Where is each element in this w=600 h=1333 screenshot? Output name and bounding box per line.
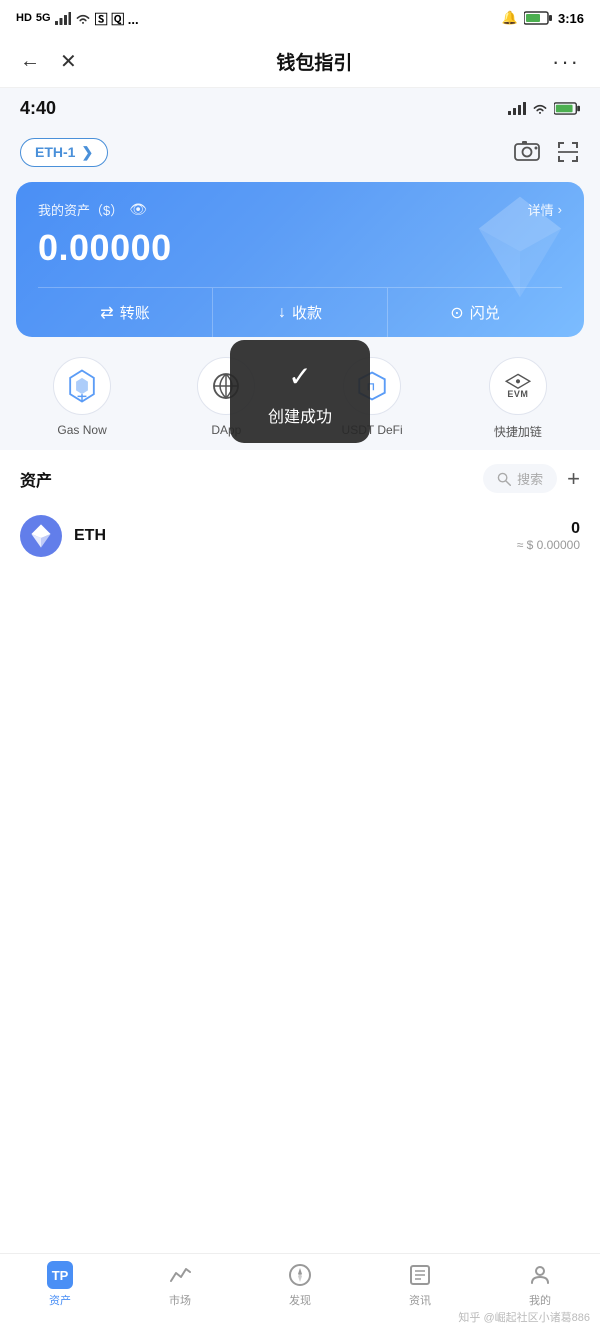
bottom-nav-market-icon [167, 1262, 193, 1288]
usdt-defi-icon-circle: ⊓ [343, 357, 401, 415]
camera-icon[interactable] [514, 140, 540, 162]
eth-diamond-icon [30, 523, 52, 549]
compass-icon [288, 1263, 312, 1287]
eth-right: 0 ≈ $ 0.00000 [517, 520, 580, 552]
quick-icons-row: Gas Now DApp ⊓ USDT DeFi [0, 337, 600, 450]
transfer-label: 转账 [120, 302, 150, 323]
search-bar[interactable]: 搜索 [483, 464, 557, 493]
bottom-nav-assets[interactable]: TP 资产 [0, 1262, 120, 1308]
gas-now-label: Gas Now [57, 423, 106, 437]
eye-icon[interactable]: 👁 [129, 201, 147, 218]
add-asset-button[interactable]: + [567, 466, 580, 492]
time-display: 3:16 [558, 11, 584, 26]
inner-screen: 4:40 ETH-1 [0, 88, 600, 577]
eth-badge-label: ETH-1 [35, 144, 75, 160]
bottom-nav-discover-label: 发现 [289, 1292, 311, 1308]
inner-time: 4:40 [20, 98, 56, 119]
bottom-nav-news-icon [407, 1262, 433, 1288]
bottom-nav-market-label: 市场 [169, 1292, 191, 1308]
asset-label-text: 我的资产（$） [38, 200, 123, 219]
asset-amount-value: 0.00000 [38, 227, 172, 268]
quick-dapp[interactable]: DApp [197, 357, 255, 440]
wifi-icon [75, 12, 91, 25]
bottom-nav-discover-icon [287, 1262, 313, 1288]
quick-usdt-defi[interactable]: ⊓ USDT DeFi [342, 357, 403, 440]
asset-label: 我的资产（$） 👁 [38, 200, 147, 219]
asset-card: 我的资产（$） 👁 详情 › 0.00000 ⇄ 转账 ↓ 收款 ⊙ 闪兑 [16, 182, 584, 337]
evm-chain-label: 快捷加链 [494, 423, 542, 440]
inner-wifi-icon [532, 102, 548, 115]
eth-watermark [470, 192, 570, 307]
bottom-nav-me[interactable]: 我的 [480, 1262, 600, 1308]
bottom-nav-news[interactable]: 资讯 [360, 1262, 480, 1308]
bell-icon: 🔔 [502, 10, 518, 26]
eth-asset-row[interactable]: ETH 0 ≈ $ 0.00000 [20, 505, 580, 567]
receive-button[interactable]: ↓ 收款 [213, 288, 388, 337]
signal-icon [55, 12, 71, 25]
bottom-nav-market[interactable]: 市场 [120, 1262, 240, 1308]
bottom-nav-assets-label: 资产 [49, 1292, 71, 1308]
close-button[interactable]: ✕ [60, 49, 77, 74]
dapp-icon [211, 371, 241, 401]
swap-icon: ⊙ [450, 303, 463, 323]
assets-title: 资产 [20, 467, 52, 491]
inner-status-bar: 4:40 [0, 88, 600, 128]
inner-signal-icon [508, 101, 526, 115]
evm-label-text: EVM [507, 389, 528, 399]
eth-badge[interactable]: ETH-1 ❯ [20, 138, 108, 167]
bottom-nav-me-icon [527, 1262, 553, 1288]
gas-now-icon-circle [53, 357, 111, 415]
eth-icon [20, 515, 62, 557]
inner-nav: ETH-1 ❯ [0, 128, 600, 176]
transfer-button[interactable]: ⇄ 转账 [38, 288, 213, 337]
battery-icon [524, 11, 552, 25]
search-placeholder: 搜索 [517, 469, 543, 488]
evm-chain-icon-circle: EVM [489, 357, 547, 415]
eth-left: ETH [20, 515, 106, 557]
receive-icon: ↓ [278, 304, 286, 322]
market-chart-icon [168, 1263, 192, 1287]
quick-gas-now[interactable]: Gas Now [53, 357, 111, 440]
status-right: 🔔 3:16 [502, 10, 584, 26]
eth-name: ETH [74, 527, 106, 545]
dapp-icon-circle [197, 357, 255, 415]
nav-bar: ← ✕ 钱包指引 ··· [0, 36, 600, 88]
nav-title: 钱包指引 [276, 48, 352, 75]
apps-row: 🅂 🅀 ... [95, 9, 139, 28]
svg-text:⊓: ⊓ [367, 381, 375, 393]
bottom-nav-discover[interactable]: 发现 [240, 1262, 360, 1308]
inner-battery-icon [554, 102, 580, 115]
scan-icon[interactable] [556, 140, 580, 164]
usdt-defi-label: USDT DeFi [342, 423, 403, 437]
transfer-icon: ⇄ [100, 303, 113, 323]
back-button[interactable]: ← [20, 50, 40, 73]
status-left: HD 5G 🅂 🅀 ... [16, 9, 139, 28]
assets-header: 资产 搜索 + [20, 464, 580, 493]
bottom-nav-news-label: 资讯 [409, 1292, 431, 1308]
signal-label: 5G [36, 12, 51, 24]
more-button[interactable]: ··· [552, 49, 580, 75]
eth-chevron-icon: ❯ [81, 144, 93, 161]
tp-icon: TP [47, 1261, 73, 1289]
bottom-nav-assets-icon: TP [47, 1262, 73, 1288]
hd-label: HD [16, 12, 32, 24]
receive-label: 收款 [292, 302, 322, 323]
user-icon [528, 1263, 552, 1287]
eth-usd-value: ≈ $ 0.00000 [517, 538, 580, 552]
assets-section: 资产 搜索 + [0, 450, 600, 577]
gas-now-icon [67, 369, 97, 403]
usdt-defi-icon: ⊓ [357, 371, 387, 401]
inner-nav-icons [514, 140, 580, 164]
quick-evm-chain[interactable]: EVM 快捷加链 [489, 357, 547, 440]
news-icon [408, 1263, 432, 1287]
bottom-nav-me-label: 我的 [529, 1292, 551, 1308]
dapp-label: DApp [211, 423, 241, 437]
search-icon [497, 472, 511, 486]
watermark: 知乎 @崛起社区小诸葛886 [458, 1309, 590, 1325]
inner-status-icons [508, 101, 580, 115]
outer-status-bar: HD 5G 🅂 🅀 ... 🔔 3:16 [0, 0, 600, 36]
eth-amount: 0 [517, 520, 580, 538]
